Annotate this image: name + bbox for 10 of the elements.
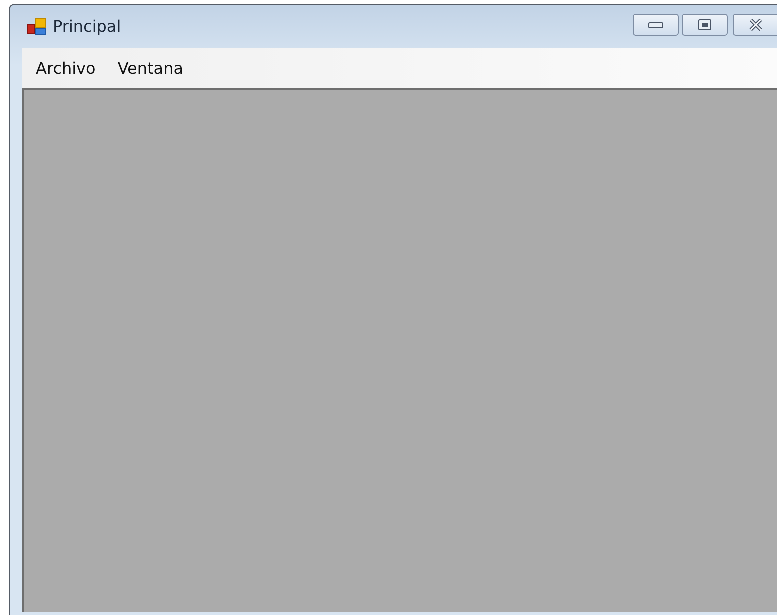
maximize-button[interactable] [682, 14, 728, 36]
minimize-icon [648, 20, 664, 28]
minimize-button[interactable] [633, 14, 679, 36]
window-title: Principal [53, 17, 122, 36]
close-icon [748, 18, 764, 30]
maximize-icon [698, 18, 712, 30]
menu-item[interactable]: Ventana [108, 58, 194, 78]
app-icon [27, 18, 47, 36]
close-button[interactable] [733, 14, 777, 36]
menu-item[interactable]: Archivo [26, 58, 106, 78]
